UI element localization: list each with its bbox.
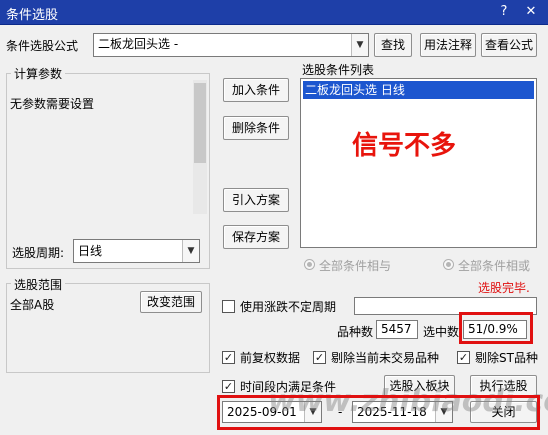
exclude-st-label: 剔除ST品种 (475, 351, 538, 365)
period-value: 日线 (78, 244, 103, 258)
period-select[interactable]: 日线 ▼ (73, 239, 200, 263)
chevron-down-icon[interactable]: ▼ (351, 34, 368, 56)
radio-all-or-label: 全部条件相或 (458, 259, 531, 273)
variable-period-label: 使用涨跌不定周期 (240, 300, 337, 314)
save-plan-button[interactable]: 保存方案 (223, 225, 289, 249)
execute-button[interactable]: 执行选股 (470, 375, 537, 397)
annotation-text: 信号不多 (352, 131, 457, 161)
highlight-box-dates (217, 395, 540, 430)
condition-list[interactable]: 二板龙回头选 日线 信号不多 (300, 78, 537, 248)
condition-list-label: 选股条件列表 (302, 63, 375, 77)
chevron-down-icon[interactable]: ▼ (182, 240, 199, 262)
formula-label: 条件选股公式 (6, 39, 79, 53)
remove-condition-button[interactable]: 删除条件 (223, 116, 289, 140)
change-scope-button[interactable]: 改变范围 (140, 291, 202, 313)
close-icon[interactable]: ✕ (522, 3, 540, 21)
scope-group-label: 选股范围 (11, 276, 66, 293)
forward-adjust-label: 前复权数据 (240, 351, 301, 365)
view-formula-button[interactable]: 查看公式 (481, 33, 537, 57)
radio-all-and-label: 全部条件相与 (319, 259, 392, 273)
status-text: 选股完毕. (478, 281, 530, 295)
params-group-label: 计算参数 (11, 65, 66, 82)
condition-list-item[interactable]: 二板龙回头选 日线 (303, 81, 534, 99)
radio-all-and[interactable] (304, 259, 315, 270)
radio-all-or[interactable] (443, 259, 454, 270)
params-scrollbar[interactable] (193, 80, 207, 214)
title-bar: 条件选股 ? ✕ (0, 0, 548, 25)
to-block-button[interactable]: 选股入板块 (384, 375, 455, 397)
exclude-st-checkbox[interactable]: ✓ (457, 351, 470, 364)
import-plan-button[interactable]: 引入方案 (223, 188, 289, 212)
count-label: 品种数 (337, 325, 374, 339)
formula-select[interactable]: 二板龙回头选 - ▼ (93, 33, 369, 57)
exclude-untraded-checkbox[interactable]: ✓ (313, 351, 326, 364)
forward-adjust-checkbox[interactable]: ✓ (222, 351, 235, 364)
scope-value: 全部A股 (10, 298, 55, 312)
help-icon[interactable]: ? (495, 3, 513, 21)
variable-period-checkbox[interactable] (222, 300, 235, 313)
add-condition-button[interactable]: 加入条件 (223, 78, 289, 102)
selected-label: 选中数 (423, 325, 460, 339)
usage-button[interactable]: 用法注释 (420, 33, 476, 57)
period-satisfy-label: 时间段内满足条件 (240, 380, 337, 394)
highlight-box-selected (459, 312, 533, 344)
exclude-untraded-label: 剔除当前未交易品种 (331, 351, 440, 365)
formula-select-value: 二板龙回头选 - (98, 37, 179, 51)
count-value: 5457 (376, 320, 418, 339)
scrollbar-thumb[interactable] (194, 83, 206, 163)
no-params-text: 无参数需要设置 (10, 97, 95, 111)
window-title: 条件选股 (6, 8, 59, 23)
period-label: 选股周期: (12, 246, 65, 260)
period-satisfy-checkbox[interactable]: ✓ (222, 380, 235, 393)
find-button[interactable]: 查找 (374, 33, 412, 57)
